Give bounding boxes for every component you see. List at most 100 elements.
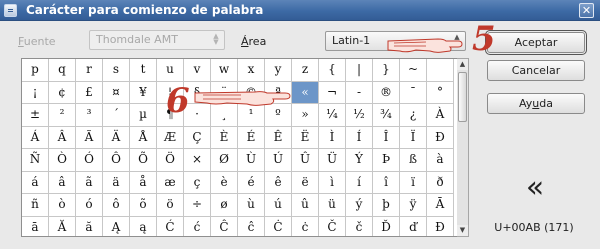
- character-cell[interactable]: Ā: [427, 194, 454, 217]
- character-cell[interactable]: Õ: [130, 149, 157, 172]
- character-cell[interactable]: p: [22, 59, 49, 82]
- character-cell[interactable]: Ą: [103, 216, 130, 236]
- character-cell[interactable]: x: [238, 59, 265, 82]
- character-cell[interactable]: Ó: [76, 149, 103, 172]
- character-cell[interactable]: Ć: [157, 216, 184, 236]
- character-cell[interactable]: q: [49, 59, 76, 82]
- character-cell[interactable]: Ď: [373, 216, 400, 236]
- character-cell[interactable]: ä: [103, 171, 130, 194]
- character-cell[interactable]: £: [76, 81, 103, 104]
- scroll-down-icon[interactable]: ▼: [457, 225, 468, 236]
- character-cell[interactable]: Ê: [265, 126, 292, 149]
- character-cell[interactable]: ï: [400, 171, 427, 194]
- character-cell[interactable]: É: [238, 126, 265, 149]
- character-cell[interactable]: Á: [22, 126, 49, 149]
- character-cell[interactable]: Ċ: [265, 216, 292, 236]
- character-cell[interactable]: ¤: [103, 81, 130, 104]
- character-cell[interactable]: ý: [346, 194, 373, 217]
- character-cell[interactable]: Ä: [103, 126, 130, 149]
- close-button[interactable]: ✕: [579, 3, 594, 18]
- character-cell[interactable]: Ü: [319, 149, 346, 172]
- character-cell[interactable]: Ð: [427, 126, 454, 149]
- character-cell[interactable]: õ: [130, 194, 157, 217]
- character-cell[interactable]: v: [184, 59, 211, 82]
- character-cell[interactable]: Â: [49, 126, 76, 149]
- character-cell[interactable]: þ: [373, 194, 400, 217]
- character-cell[interactable]: û: [292, 194, 319, 217]
- character-cell[interactable]: á: [22, 171, 49, 194]
- character-cell[interactable]: â: [49, 171, 76, 194]
- character-cell[interactable]: ²: [49, 104, 76, 127]
- character-cell[interactable]: ¿: [400, 104, 427, 127]
- character-cell[interactable]: ¬: [319, 81, 346, 104]
- character-cell[interactable]: ĉ: [238, 216, 265, 236]
- character-cell[interactable]: ±: [22, 104, 49, 127]
- character-cell[interactable]: ô: [103, 194, 130, 217]
- character-cell[interactable]: ¡: [22, 81, 49, 104]
- character-cell[interactable]: ¾: [373, 104, 400, 127]
- character-cell[interactable]: ù: [238, 194, 265, 217]
- character-cell[interactable]: ç: [184, 171, 211, 194]
- scroll-thumb[interactable]: [458, 72, 467, 122]
- character-cell[interactable]: ö: [157, 194, 184, 217]
- character-cell[interactable]: }: [373, 59, 400, 82]
- character-cell[interactable]: ¯: [400, 81, 427, 104]
- character-cell[interactable]: ì: [319, 171, 346, 194]
- character-cell[interactable]: í: [346, 171, 373, 194]
- character-cell[interactable]: ď: [400, 216, 427, 236]
- character-cell[interactable]: ÷: [184, 194, 211, 217]
- character-cell[interactable]: z: [292, 59, 319, 82]
- character-cell[interactable]: Ö: [157, 149, 184, 172]
- character-cell[interactable]: ÿ: [400, 194, 427, 217]
- character-cell[interactable]: ò: [49, 194, 76, 217]
- fuente-combo[interactable]: Thomdale AMT ▲ ▼: [89, 30, 225, 50]
- character-cell[interactable]: ă: [76, 216, 103, 236]
- character-cell[interactable]: Ò: [49, 149, 76, 172]
- character-cell[interactable]: -: [346, 81, 373, 104]
- character-cell[interactable]: å: [130, 171, 157, 194]
- character-cell[interactable]: ó: [76, 194, 103, 217]
- character-cell[interactable]: w: [211, 59, 238, 82]
- character-cell[interactable]: Î: [373, 126, 400, 149]
- character-cell[interactable]: Û: [292, 149, 319, 172]
- character-cell[interactable]: Ĉ: [211, 216, 238, 236]
- character-cell[interactable]: Č: [319, 216, 346, 236]
- character-cell[interactable]: |: [346, 59, 373, 82]
- character-cell[interactable]: y: [265, 59, 292, 82]
- character-cell[interactable]: é: [238, 171, 265, 194]
- character-cell[interactable]: ß: [400, 149, 427, 172]
- character-cell[interactable]: ³: [76, 104, 103, 127]
- character-cell[interactable]: t: [130, 59, 157, 82]
- accept-button[interactable]: Aceptar: [485, 30, 587, 55]
- character-cell[interactable]: ë: [292, 171, 319, 194]
- window-menu-icon[interactable]: [4, 4, 17, 17]
- character-cell[interactable]: [427, 59, 454, 82]
- character-cell[interactable]: r: [76, 59, 103, 82]
- character-cell[interactable]: Ý: [346, 149, 373, 172]
- grid-scrollbar[interactable]: ▲ ▼: [457, 58, 469, 237]
- character-cell[interactable]: u: [157, 59, 184, 82]
- character-cell[interactable]: ¥: [130, 81, 157, 104]
- character-cell[interactable]: {: [319, 59, 346, 82]
- character-cell[interactable]: ½: [346, 104, 373, 127]
- character-cell[interactable]: s: [103, 59, 130, 82]
- character-cell[interactable]: Þ: [373, 149, 400, 172]
- scroll-up-icon[interactable]: ▲: [457, 59, 468, 70]
- character-cell[interactable]: Ă: [49, 216, 76, 236]
- character-cell[interactable]: Ñ: [22, 149, 49, 172]
- character-cell[interactable]: ~: [400, 59, 427, 82]
- character-cell[interactable]: ¢: [49, 81, 76, 104]
- character-cell[interactable]: Ì: [319, 126, 346, 149]
- character-cell[interactable]: »: [292, 104, 319, 127]
- character-cell[interactable]: À: [427, 104, 454, 127]
- character-cell[interactable]: ą: [130, 216, 157, 236]
- character-cell[interactable]: à: [427, 149, 454, 172]
- character-cell[interactable]: Í: [346, 126, 373, 149]
- character-cell[interactable]: Å: [130, 126, 157, 149]
- character-cell[interactable]: ê: [265, 171, 292, 194]
- character-cell[interactable]: °: [427, 81, 454, 104]
- character-cell[interactable]: ®: [373, 81, 400, 104]
- character-cell[interactable]: Æ: [157, 126, 184, 149]
- character-cell[interactable]: ð: [427, 171, 454, 194]
- character-cell[interactable]: ñ: [22, 194, 49, 217]
